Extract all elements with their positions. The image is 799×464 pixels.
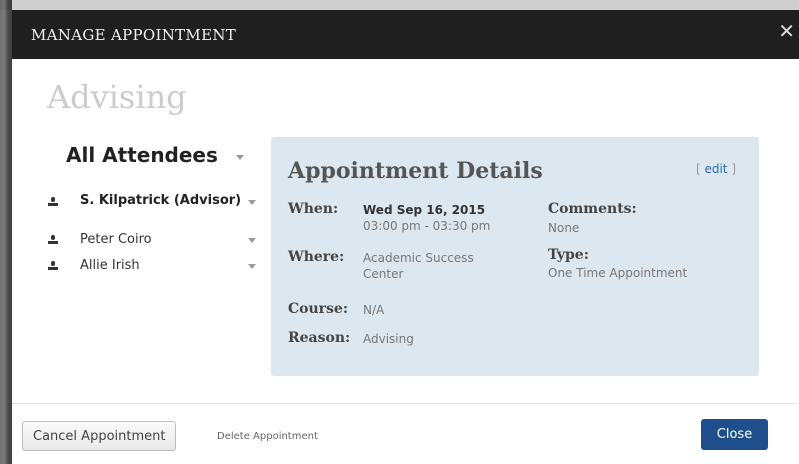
attendee-name: S. Kilpatrick (Advisor) — [80, 193, 242, 208]
page-title: Advising — [47, 78, 187, 116]
type-value: One Time Appointment — [548, 266, 688, 280]
close-icon[interactable]: ✕ — [778, 21, 795, 41]
close-button[interactable]: Close — [701, 419, 768, 450]
where-label: Where: — [288, 249, 345, 265]
when-label: When: — [288, 201, 339, 217]
person-icon — [48, 235, 58, 245]
person-icon — [48, 197, 58, 207]
edit-link: [ edit ] — [696, 162, 736, 176]
comments-label: Comments: — [548, 201, 637, 217]
backdrop-top — [0, 0, 799, 10]
attendee-item[interactable]: Allie Irish — [12, 258, 262, 276]
cancel-appointment-button[interactable]: Cancel Appointment — [22, 421, 177, 451]
attendee-name: Peter Coiro — [80, 232, 152, 247]
attendee-item[interactable]: Peter Coiro — [12, 232, 262, 250]
type-label: Type: — [548, 247, 589, 263]
course-label: Course: — [288, 301, 348, 317]
reason-value: Advising — [363, 332, 414, 346]
when-date: Wed Sep 16, 2015 — [363, 203, 486, 217]
dialog-title: MANAGE APPOINTMENT — [31, 26, 237, 44]
chevron-down-icon[interactable] — [248, 200, 256, 205]
person-icon — [48, 261, 58, 271]
where-line2: Center — [363, 267, 404, 281]
attendees-heading[interactable]: All Attendees — [66, 143, 218, 167]
reason-label: Reason: — [288, 330, 351, 346]
where-line1: Academic Success — [363, 251, 474, 265]
details-title: Appointment Details — [288, 158, 543, 184]
chevron-down-icon[interactable] — [248, 238, 256, 243]
when-time: 03:00 pm - 03:30 pm — [363, 219, 491, 233]
chevron-down-icon[interactable] — [236, 155, 244, 160]
edit-bracket-close: ] — [727, 162, 736, 176]
appointment-details-panel: Appointment Details [ edit ] When: Wed S… — [271, 137, 759, 376]
edit-button[interactable]: edit — [704, 162, 727, 176]
manage-appointment-dialog: MANAGE APPOINTMENT ✕ Advising All Attend… — [12, 10, 799, 464]
dialog-header: MANAGE APPOINTMENT ✕ — [12, 10, 799, 59]
backdrop-left — [0, 0, 12, 464]
chevron-down-icon[interactable] — [248, 264, 256, 269]
course-value: N/A — [363, 303, 385, 317]
attendee-name: Allie Irish — [80, 258, 140, 273]
footer-divider — [12, 403, 799, 404]
attendee-item[interactable]: S. Kilpatrick (Advisor) — [12, 193, 262, 211]
delete-appointment-link[interactable]: Delete Appointment — [217, 431, 318, 442]
comments-value: None — [548, 221, 580, 235]
